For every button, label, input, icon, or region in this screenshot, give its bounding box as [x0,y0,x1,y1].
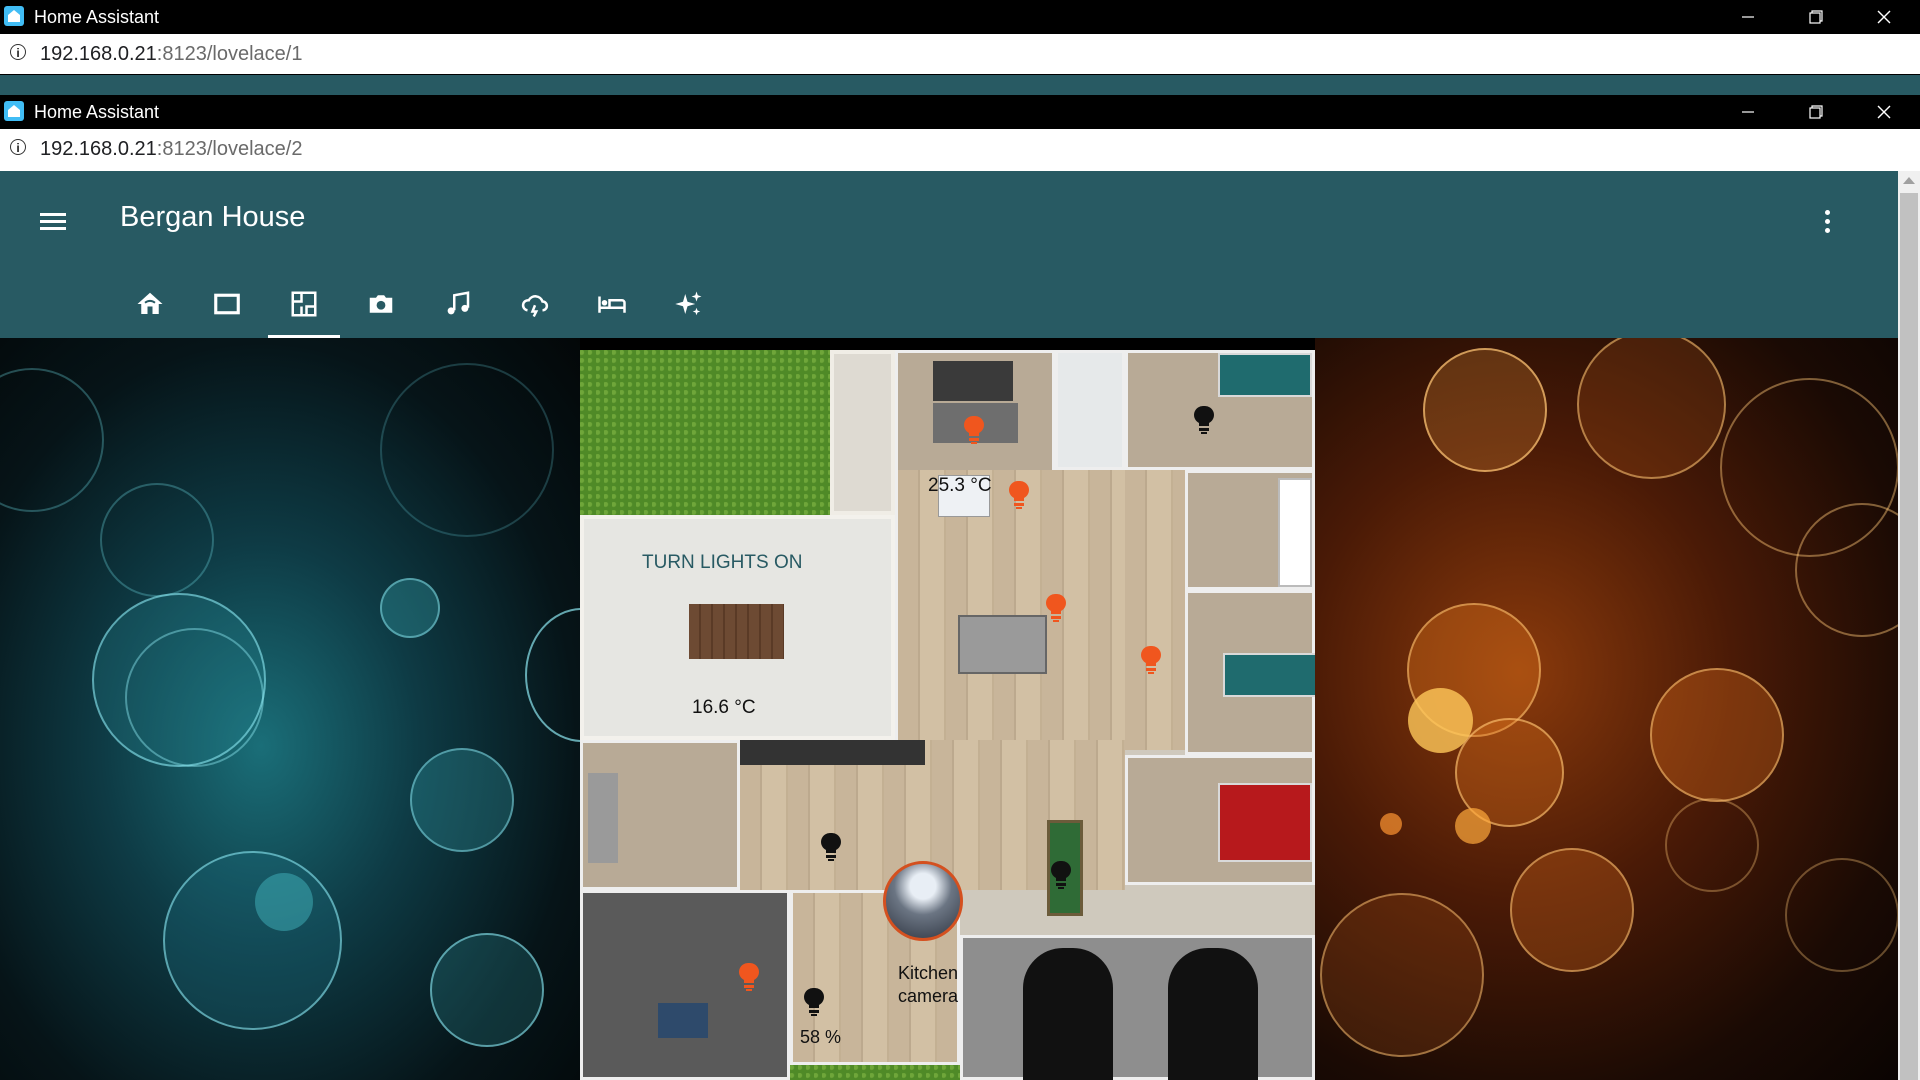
lightbulb-off-icon[interactable] [820,832,842,862]
sparkles-icon [675,291,702,316]
bedroom-middle[interactable] [1185,590,1315,755]
floorplan: TURN LIGHTS ON 16.6 °C 25.3 °C 58 % Kitc… [580,350,1315,1080]
window-title: Home Assistant [34,7,160,27]
bathroom-right [1185,470,1315,590]
rectangle-icon [214,293,240,315]
window2-titlebar: Home Assistant [0,95,1920,129]
close-button[interactable] [1850,95,1918,129]
music-icon [447,291,470,315]
tab-floorplan[interactable] [268,283,340,338]
lightbulb-on-icon[interactable] [1008,480,1030,510]
floorplan-icon [291,291,317,317]
lightbulb-off-icon[interactable] [803,987,825,1017]
url-text: 192.168.0.21:8123/lovelace/1 [40,43,303,65]
camera-label: Kitchen camera [893,962,963,1008]
close-button[interactable] [1850,0,1918,34]
camera-label-line2: camera [897,986,959,1006]
tab-rectangle[interactable] [197,283,257,338]
lightbulb-on-icon[interactable] [738,962,760,992]
window-title: Home Assistant [34,102,160,122]
window2-address-bar[interactable]: i 192.168.0.21:8123/lovelace/2 [0,129,1920,171]
minimize-button[interactable] [1714,95,1782,129]
garage [960,935,1315,1080]
lightbulb-on-icon[interactable] [1140,645,1162,675]
weather-icon [521,295,549,318]
lightbulb-on-icon[interactable] [963,415,985,445]
dining-temperature: 16.6 °C [692,697,756,718]
tab-scenes[interactable] [659,283,719,338]
scroll-up-arrow-icon[interactable] [1903,177,1915,184]
window1-titlebar: Home Assistant [0,0,1920,34]
tab-home[interactable] [120,283,180,338]
minimize-button[interactable] [1714,0,1782,34]
info-icon[interactable]: i [10,44,26,60]
humidity-value: 58 % [800,1027,842,1047]
tab-music[interactable] [428,283,488,338]
home-assistant-app-icon [4,6,24,26]
tab-bedroom[interactable] [582,283,642,338]
tab-weather[interactable] [505,283,565,338]
background-left [0,338,580,1080]
storage-room [830,350,895,515]
lightbulb-on-icon[interactable] [1045,593,1067,623]
more-options-icon[interactable] [1815,207,1839,237]
scrollbar[interactable] [1898,171,1920,1080]
living-room[interactable] [895,470,1125,740]
lightbulb-off-icon[interactable] [1050,860,1072,890]
lawn-area [580,350,830,515]
menu-icon[interactable] [38,207,68,237]
bed-icon [598,296,626,313]
bedroom-bottom-right[interactable] [1125,755,1315,885]
home-assistant-app-icon [4,101,24,121]
lawn-bottom [790,1065,960,1080]
info-icon[interactable]: i [10,139,26,155]
restore-button[interactable] [1782,0,1850,34]
bathroom-top [1055,350,1125,470]
lightbulb-off-icon[interactable] [1193,405,1215,435]
home-icon [137,292,163,314]
bedroom-temperature: 25.3 °C [928,475,992,496]
app-header: Bergan House [0,171,1898,338]
restore-button[interactable] [1782,95,1850,129]
kitchen-camera-thumbnail[interactable] [883,861,963,941]
background-right [1315,338,1898,1080]
camera-icon [369,295,393,313]
bedroom-top-right[interactable] [1125,350,1315,470]
lounge [580,740,740,890]
window1-content-strip [0,75,1920,95]
turn-lights-on-button[interactable]: TURN LIGHTS ON [642,552,802,574]
tab-camera[interactable] [351,283,411,338]
page-title: Bergan House [120,201,306,233]
scrollbar-thumb[interactable] [1900,193,1918,1080]
window1-address-bar[interactable]: i 192.168.0.21:8123/lovelace/1 [0,34,1920,74]
url-text: 192.168.0.21:8123/lovelace/2 [40,138,303,160]
hallway [1125,470,1185,750]
camera-label-line1: Kitchen [897,963,959,983]
